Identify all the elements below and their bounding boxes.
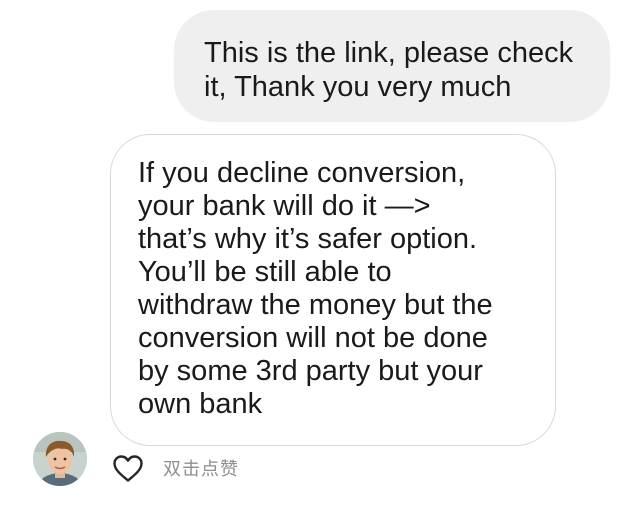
message-text-line: conversion will not be done xyxy=(138,322,488,354)
message-text-line: withdraw the money but the xyxy=(138,289,493,321)
double-tap-to-like-hint: 双击点赞 xyxy=(163,459,239,480)
incoming-message-bubble[interactable]: If you decline conversion, your bank wil… xyxy=(110,134,556,446)
user-avatar-photo-icon xyxy=(33,432,87,486)
message-thread: This is the link, please check it, Thank… xyxy=(0,0,630,510)
message-text-line: own bank xyxy=(138,388,263,420)
message-text-line: by some 3rd party but your xyxy=(138,355,483,387)
message-text-line: If you decline conversion, xyxy=(138,157,466,189)
like-button[interactable] xyxy=(110,451,146,485)
message-text-line: it, Thank you very much xyxy=(204,71,512,103)
message-text-line: that’s why it’s safer option. xyxy=(138,223,478,255)
message-text-line: This is the link, please check xyxy=(204,37,574,69)
reaction-row: 双击点赞 xyxy=(110,448,239,488)
message-text-line: your bank will do it —> xyxy=(138,190,431,222)
heart-outline-icon xyxy=(113,454,143,482)
sender-avatar[interactable] xyxy=(33,432,87,486)
outgoing-message-bubble[interactable]: This is the link, please check it, Thank… xyxy=(174,10,610,122)
message-text-line: You’ll be still able to xyxy=(138,256,392,288)
